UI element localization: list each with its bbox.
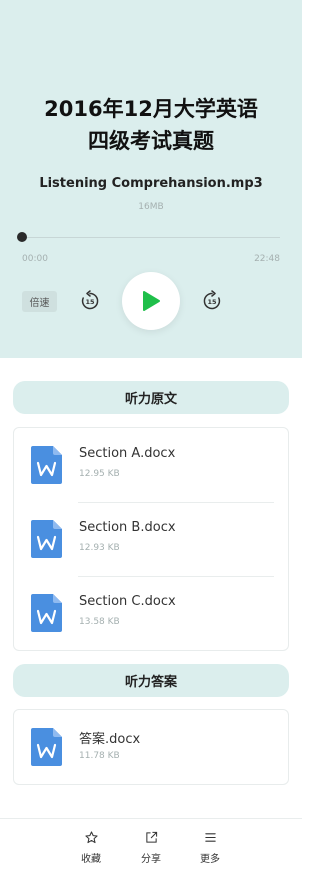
favorite-button[interactable]: 收藏: [71, 831, 111, 865]
rewind-15-icon: 15: [81, 290, 99, 310]
forward-seconds: 15: [207, 298, 217, 306]
audio-title-line1: 2016年12月大学英语: [44, 97, 258, 121]
audio-title-line2: 四级考试真题: [88, 129, 214, 153]
file-size: 13.58 KB: [79, 617, 120, 627]
file-row-section-b[interactable]: Section B.docx 12.93 KB: [14, 502, 288, 576]
file-size: 12.93 KB: [79, 543, 120, 553]
audio-player: 2016年12月大学英语 四级考试真题 Listening Comprehans…: [0, 0, 302, 358]
progress-thumb[interactable]: [17, 232, 27, 242]
file-row-section-c[interactable]: Section C.docx 13.58 KB: [14, 576, 288, 650]
file-name: Section C.docx: [79, 594, 176, 609]
section-header-transcript: 听力原文: [13, 381, 289, 414]
menu-icon: [204, 833, 216, 842]
rewind-15-button[interactable]: 15: [79, 290, 101, 312]
current-time: 00:00: [22, 254, 48, 264]
word-doc-icon: [31, 728, 62, 766]
file-row-answers[interactable]: 答案.docx 11.78 KB: [14, 710, 288, 784]
bottom-action-bar: 收藏 分享 更多: [0, 818, 302, 892]
star-icon: [84, 831, 98, 844]
rewind-seconds: 15: [85, 298, 95, 306]
total-time: 22:48: [254, 254, 280, 264]
answers-file-list: 答案.docx 11.78 KB: [13, 709, 289, 785]
progress-track[interactable]: [22, 237, 280, 238]
play-button[interactable]: [122, 272, 180, 330]
favorite-label: 收藏: [81, 854, 101, 865]
file-name: 答案.docx: [79, 732, 141, 747]
playback-speed-button[interactable]: 倍速: [22, 291, 57, 312]
share-button[interactable]: 分享: [131, 831, 171, 865]
file-size: 12.95 KB: [79, 469, 120, 479]
audio-filesize: 16MB: [138, 202, 164, 212]
more-button[interactable]: 更多: [190, 831, 230, 865]
audio-title: 2016年12月大学英语 四级考试真题: [10, 93, 292, 157]
forward-15-button[interactable]: 15: [201, 290, 223, 312]
file-name: Section B.docx: [79, 520, 176, 535]
file-row-section-a[interactable]: Section A.docx 12.95 KB: [14, 428, 288, 502]
play-icon: [143, 291, 160, 311]
word-doc-icon: [31, 520, 62, 558]
audio-filename: Listening Comprehansion.mp3: [39, 176, 263, 191]
transcript-file-list: Section A.docx 12.95 KB Section B.docx 1…: [13, 427, 289, 651]
share-icon: [145, 831, 157, 843]
forward-15-icon: 15: [203, 290, 221, 310]
more-label: 更多: [200, 854, 220, 865]
share-label: 分享: [141, 854, 161, 865]
file-size: 11.78 KB: [79, 751, 120, 761]
file-name: Section A.docx: [79, 446, 176, 461]
section-header-answers: 听力答案: [13, 664, 289, 697]
word-doc-icon: [31, 594, 62, 632]
word-doc-icon: [31, 446, 62, 484]
